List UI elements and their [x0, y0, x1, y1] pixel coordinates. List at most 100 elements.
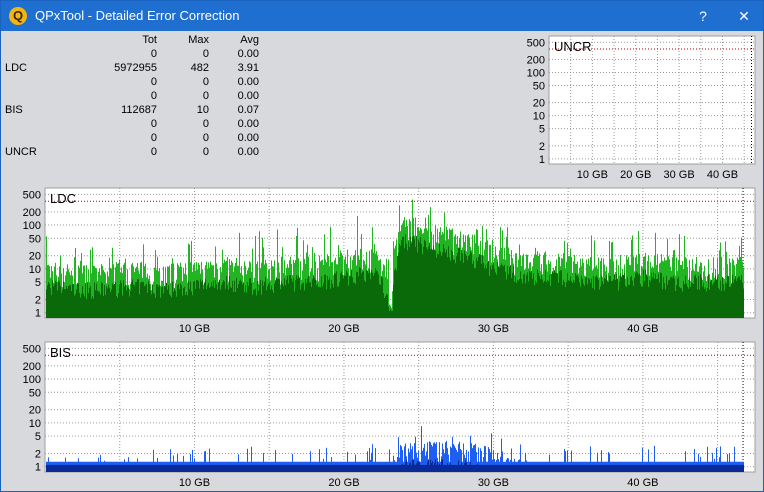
bar-dark	[634, 277, 635, 318]
bar-dark	[735, 464, 736, 472]
bar-dark	[368, 464, 369, 472]
bar-dark	[238, 464, 239, 472]
stats-row: 0 0 0.00	[5, 118, 261, 132]
bar-dark	[80, 464, 81, 472]
bar-dark	[53, 464, 54, 472]
bar-dark	[104, 284, 105, 318]
bar-dark	[694, 275, 695, 318]
bar-dark	[185, 464, 186, 472]
bar-dark	[190, 464, 191, 472]
bar-dark	[170, 295, 171, 318]
bar-dark	[693, 284, 694, 318]
bar-dark	[181, 285, 182, 318]
bar-dark	[560, 270, 561, 318]
bar-dark	[515, 276, 516, 318]
bar-dark	[397, 464, 398, 472]
bar-dark	[386, 293, 387, 318]
bar-dark	[652, 277, 653, 318]
bar-dark	[313, 464, 314, 472]
bar-dark	[394, 464, 395, 472]
stats-row: 0 0 0.00	[5, 90, 261, 104]
bar-dark	[76, 464, 77, 472]
bar-dark	[578, 276, 579, 318]
bar-dark	[412, 459, 413, 472]
bar-dark	[498, 267, 499, 318]
bar-dark	[204, 282, 205, 318]
bar-dark	[432, 249, 433, 318]
bar-dark	[109, 287, 110, 318]
bar-dark	[441, 460, 442, 472]
bar-dark	[308, 275, 309, 318]
bar-dark	[136, 282, 137, 318]
title-bar[interactable]: Q QPxTool - Detailed Error Correction ? …	[1, 1, 763, 31]
bar-dark	[690, 286, 691, 318]
bar-dark	[742, 282, 743, 318]
bar-dark	[350, 276, 351, 318]
bar-dark	[423, 464, 424, 472]
bar-dark	[622, 274, 623, 318]
bar-dark	[621, 464, 622, 472]
bar-dark	[573, 280, 574, 318]
bar-dark	[121, 282, 122, 318]
bar-dark	[267, 464, 268, 472]
bar-dark	[734, 464, 735, 472]
bar-dark	[296, 464, 297, 472]
bar-dark	[409, 463, 410, 472]
bar-dark	[293, 464, 294, 472]
bar-dark	[321, 464, 322, 472]
bar-dark	[658, 273, 659, 318]
bar-dark	[373, 464, 374, 472]
bar-dark	[466, 462, 467, 472]
bar-dark	[678, 464, 679, 472]
stats-tot: 0	[150, 118, 157, 130]
bar-dark	[429, 464, 430, 472]
bar-dark	[417, 252, 418, 318]
bar-dark	[545, 464, 546, 472]
bar-dark	[304, 464, 305, 472]
bar-dark	[675, 464, 676, 472]
bar-dark	[343, 464, 344, 472]
bar-dark	[294, 464, 295, 472]
bar-dark	[142, 281, 143, 318]
bar-dark	[280, 289, 281, 318]
bar-dark	[312, 279, 313, 318]
bar-dark	[336, 464, 337, 472]
bar-dark	[514, 464, 515, 472]
bar-dark	[105, 464, 106, 472]
bar-dark	[417, 461, 418, 472]
bar-dark	[97, 290, 98, 318]
bar-dark	[377, 464, 378, 472]
bar-dark	[364, 464, 365, 472]
bar-dark	[450, 260, 451, 318]
bar-dark	[311, 286, 312, 318]
bar-dark	[262, 464, 263, 472]
bar-dark	[197, 279, 198, 318]
bar-dark	[383, 464, 384, 472]
bar-dark	[649, 464, 650, 472]
bar-dark	[355, 284, 356, 318]
qpxtool-app-icon: Q	[9, 7, 27, 25]
bar-dark	[167, 464, 168, 472]
bar-dark	[640, 464, 641, 472]
bar-dark	[138, 279, 139, 318]
help-button[interactable]: ?	[689, 5, 717, 27]
bar-dark	[478, 464, 479, 472]
bar-dark	[393, 284, 394, 318]
bar-dark	[679, 287, 680, 318]
bar-dark	[663, 464, 664, 472]
bar-dark	[458, 247, 459, 318]
bar-dark	[331, 464, 332, 472]
bar-dark	[541, 275, 542, 318]
bar-dark	[661, 273, 662, 318]
bar-dark	[474, 464, 475, 472]
bar-dark	[302, 283, 303, 318]
bar-dark	[275, 280, 276, 318]
stats-max: 0	[202, 48, 209, 60]
bar-dark	[322, 286, 323, 318]
bar-dark	[252, 294, 253, 318]
close-button[interactable]: ✕	[730, 5, 758, 27]
bar-dark	[490, 266, 491, 318]
bar-dark	[536, 464, 537, 472]
bar-dark	[334, 464, 335, 472]
y-tick-label: 5	[35, 277, 41, 289]
